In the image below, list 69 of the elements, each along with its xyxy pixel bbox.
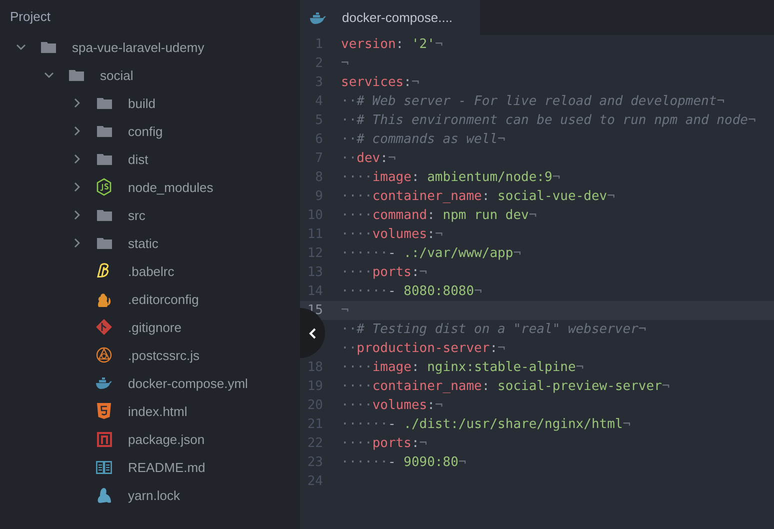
code-line: ··# This environment can be used to run npm and node¬ <box>341 112 756 130</box>
file-name[interactable]: index.html <box>128 404 188 418</box>
folder-name[interactable]: social <box>100 68 134 82</box>
code-line: ··# Web server - For live reload and development¬ <box>341 93 725 111</box>
code-line: services:¬ <box>341 74 420 92</box>
code-line: ··# Testing dist on a "real" webserver¬ <box>341 321 646 339</box>
folder-name[interactable]: node_modules <box>128 180 214 194</box>
folder-name[interactable]: spa-vue-laravel-udemy <box>72 40 204 54</box>
code-line: ··# commands as well¬ <box>341 131 506 149</box>
code-line: ····image: nginx:stable-alpine¬ <box>341 359 584 377</box>
chevron-down-icon[interactable] <box>16 44 26 50</box>
chevron-right-icon[interactable] <box>74 210 80 220</box>
code-line: ····ports:¬ <box>341 264 428 282</box>
file-name[interactable]: README.md <box>128 460 206 474</box>
folder-icon <box>40 41 56 53</box>
file-name[interactable]: .editorconfig <box>128 292 199 306</box>
file-name[interactable]: yarn.lock <box>128 488 180 502</box>
chevron-right-icon[interactable] <box>74 126 80 136</box>
book-icon <box>96 460 112 474</box>
mouse-icon <box>96 291 112 307</box>
whale-icon <box>310 12 326 24</box>
editor-tab[interactable]: docker-compose.... <box>300 0 480 35</box>
code-line: ····container_name: social-preview-server¬ <box>341 378 670 396</box>
code-line: ······- 8080:8080¬ <box>341 283 482 301</box>
folder-name[interactable]: build <box>128 96 156 110</box>
panel-title: Project <box>10 9 50 24</box>
code-line: ····command: npm run dev¬ <box>341 207 537 225</box>
chevron-right-icon[interactable] <box>74 154 80 164</box>
diamond-icon <box>96 319 112 335</box>
chevron-right-icon[interactable] <box>74 238 80 248</box>
file-name[interactable]: docker-compose.yml <box>128 376 248 390</box>
folder-name[interactable]: dist <box>128 152 148 166</box>
folder-icon <box>96 237 112 249</box>
square-icon <box>96 432 112 446</box>
chevron-down-icon[interactable] <box>44 72 54 78</box>
chevron-right-icon[interactable] <box>74 98 80 108</box>
folder-icon <box>96 153 112 165</box>
file-name[interactable]: package.json <box>128 432 205 446</box>
folder-icon <box>96 209 112 221</box>
folder-icon <box>68 69 84 81</box>
code-line: ····image: ambientum/node:9¬ <box>341 169 560 187</box>
code-line: ····volumes:¬ <box>341 226 443 244</box>
code-line: ¬ <box>341 302 349 320</box>
file-name[interactable]: .postcssrc.js <box>128 348 200 362</box>
folder-icon <box>96 97 112 109</box>
code-line: ··dev:¬ <box>341 150 396 168</box>
chevron-left-icon <box>309 328 316 338</box>
file-name[interactable]: .gitignore <box>128 320 182 334</box>
code-line: ··production-server:¬ <box>341 340 506 358</box>
code-line: ¬ <box>341 55 349 73</box>
file-name[interactable]: .babelrc <box>128 264 174 278</box>
chevron-right-icon[interactable] <box>74 182 80 192</box>
code-line: ····container_name: social-vue-dev¬ <box>341 188 615 206</box>
hexagon-icon <box>96 178 112 196</box>
code-line: ······- 9090:80¬ <box>341 454 466 472</box>
whale-icon <box>96 377 112 389</box>
folder-icon <box>96 125 112 137</box>
code-line: ····volumes:¬ <box>341 397 443 415</box>
circle-icon <box>96 347 112 363</box>
folder-name[interactable]: config <box>128 124 163 138</box>
code-line: ······- ./dist:/usr/share/nginx/html¬ <box>341 416 631 434</box>
cat-icon <box>97 487 111 503</box>
code-line: version: '2'¬ <box>341 36 443 54</box>
code-line: ······- .:/var/www/app¬ <box>341 245 522 263</box>
folder-name[interactable]: src <box>128 208 146 222</box>
code-line: ····ports:¬ <box>341 435 428 453</box>
shield-five-icon <box>97 403 111 419</box>
folder-name[interactable]: static <box>128 236 158 250</box>
letter-b-icon <box>97 263 111 279</box>
